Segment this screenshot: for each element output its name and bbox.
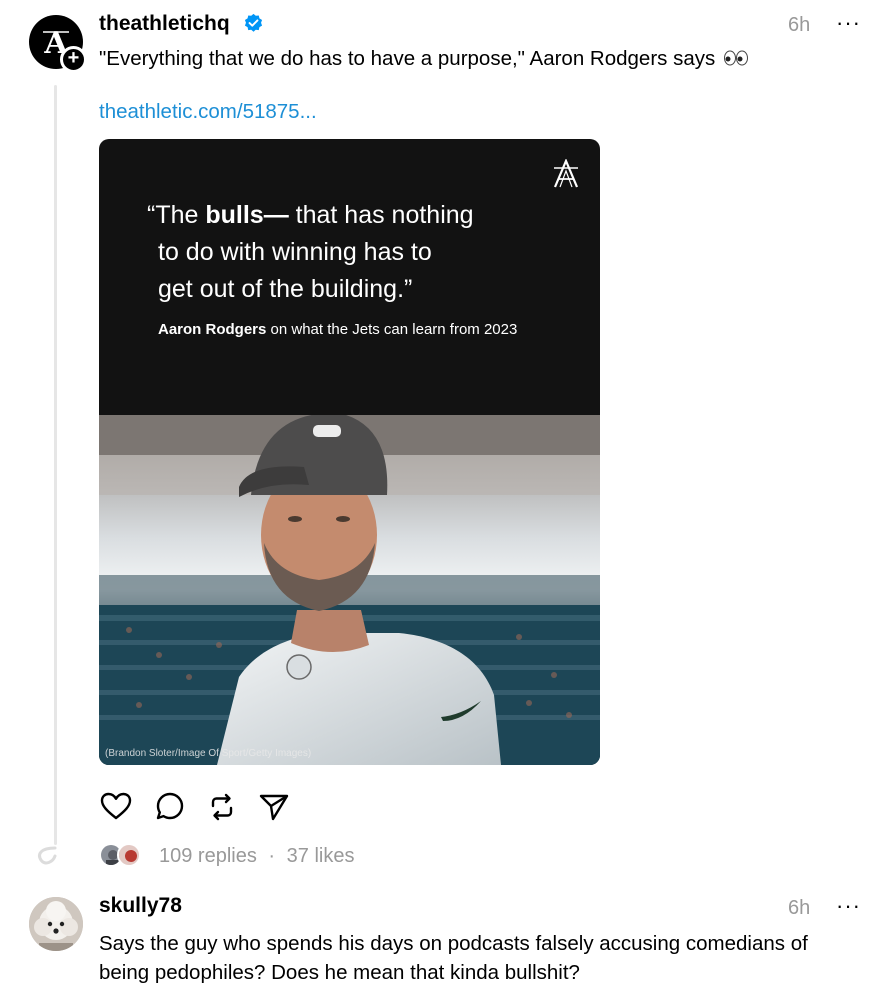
reply-text: Says the guy who spends his days on podc… xyxy=(99,932,808,984)
post-text: "Everything that we do has to have a pur… xyxy=(99,47,749,71)
thread-line xyxy=(54,85,57,845)
dog-avatar-image xyxy=(29,897,83,951)
replier-avatar xyxy=(117,843,141,867)
reply-more-options-button[interactable]: ··· xyxy=(836,893,861,919)
thread-loop-icon xyxy=(38,846,57,865)
quote-line-3: get out of the building.” xyxy=(158,275,413,303)
photo-credit: (Brandon Sloter/Image Of Sport/Getty Ima… xyxy=(105,748,312,759)
follow-plus-icon[interactable]: + xyxy=(60,46,87,73)
media-card[interactable]: “The bulls— that has nothing to do with … xyxy=(99,139,600,765)
stats-text: 109 replies · 37 likes xyxy=(159,845,354,868)
attrib-name: Aaron Rodgers xyxy=(158,321,267,338)
quote-bold: bulls— xyxy=(205,201,289,229)
heart-icon[interactable] xyxy=(99,790,133,824)
post-time: 6h xyxy=(788,14,811,36)
aaron-rodgers-photo xyxy=(99,415,600,765)
quote-open: “The xyxy=(147,201,206,229)
eyes-emoji-icon xyxy=(723,50,748,66)
verified-badge-icon xyxy=(244,13,263,32)
quote-line-2: to do with winning has to xyxy=(158,238,432,266)
share-icon[interactable] xyxy=(257,790,291,824)
avatar[interactable] xyxy=(29,897,83,951)
post-username[interactable]: theathletichq xyxy=(99,12,230,36)
attrib-rest: on what the Jets can learn from 2023 xyxy=(266,321,518,338)
card-attribution: Aaron Rodgers on what the Jets can learn… xyxy=(158,321,517,338)
likes-count[interactable]: 37 likes xyxy=(287,845,355,867)
reply-time: 6h xyxy=(788,897,811,919)
repost-icon[interactable] xyxy=(205,790,239,824)
reply-username[interactable]: skully78 xyxy=(99,894,182,918)
article-link[interactable]: theathletic.com/51875... xyxy=(99,100,317,124)
the-athletic-logo-icon xyxy=(553,159,579,188)
more-options-button[interactable]: ··· xyxy=(836,10,861,36)
quote-rest: that has nothing xyxy=(288,201,474,229)
comment-icon[interactable] xyxy=(153,790,187,824)
card-quote: “The bulls— that has nothing to do with … xyxy=(147,197,557,308)
replies-count[interactable]: 109 replies xyxy=(159,845,257,867)
stats-separator: · xyxy=(268,845,276,867)
post-text-content: "Everything that we do has to have a pur… xyxy=(99,47,716,70)
